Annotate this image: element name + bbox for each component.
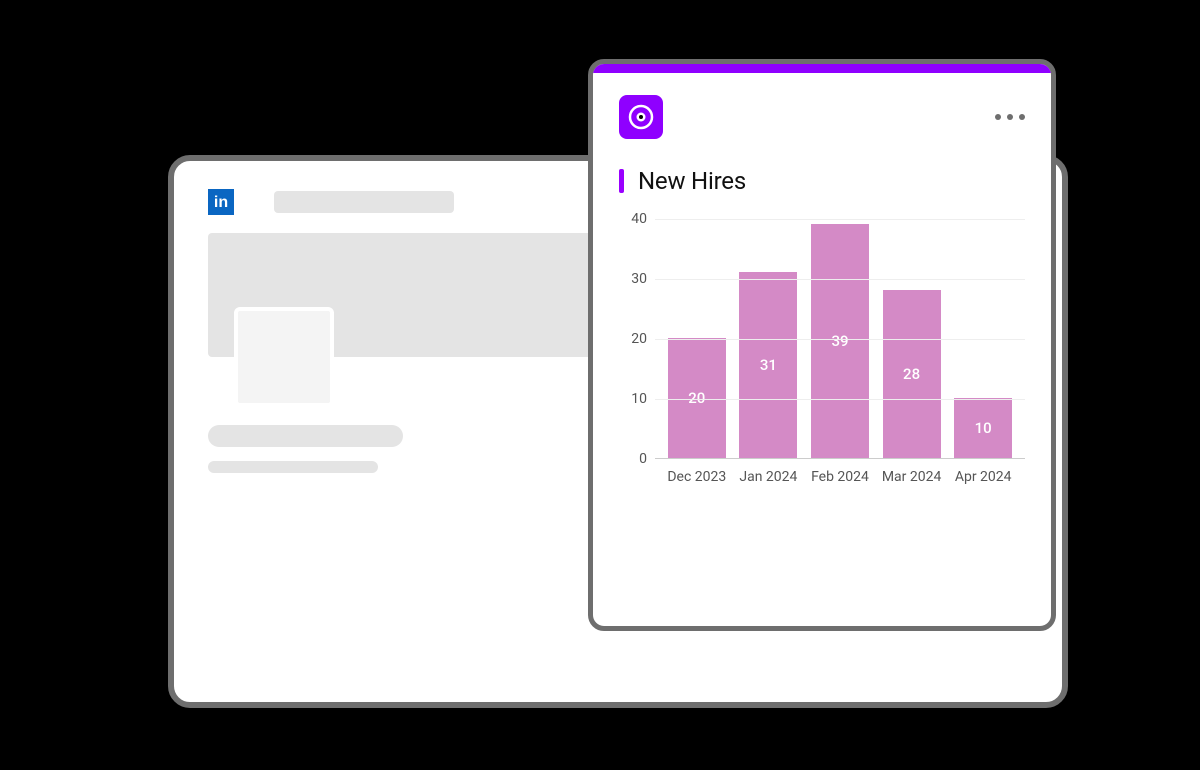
x-tick-label: Jan 2024 xyxy=(733,469,805,485)
title-accent-bar xyxy=(619,169,624,193)
skeleton-line-2 xyxy=(208,461,378,473)
y-tick-label: 40 xyxy=(631,211,647,227)
skeleton-title xyxy=(274,191,454,213)
linkedin-letters: in xyxy=(214,195,228,211)
x-tick-label: Mar 2024 xyxy=(876,469,948,485)
gridline xyxy=(655,399,1025,400)
bar: 28 xyxy=(883,290,941,458)
linkedin-icon: in xyxy=(208,189,234,215)
bar: 10 xyxy=(954,398,1012,458)
chart-plot-area: 20 31 39 28 10 xyxy=(655,219,1025,459)
x-tick-label: Feb 2024 xyxy=(804,469,876,485)
y-tick-label: 20 xyxy=(631,331,647,347)
widget-accent-strip xyxy=(593,64,1051,73)
widget-body: New Hires 0 10 20 30 40 20 31 39 28 10 Dec 2023J… xyxy=(593,73,1051,503)
bar-value-label: 31 xyxy=(739,356,797,374)
y-tick-label: 0 xyxy=(639,451,647,467)
y-axis: 010203040 xyxy=(619,219,655,459)
chart-title-row: New Hires xyxy=(619,167,1025,195)
y-tick-label: 30 xyxy=(631,271,647,287)
bar: 31 xyxy=(739,272,797,458)
bar-value-label: 10 xyxy=(954,419,1012,437)
skeleton-line-1 xyxy=(208,425,403,447)
widget-header xyxy=(619,95,1025,139)
more-options-button[interactable] xyxy=(995,114,1025,120)
bar-value-label: 39 xyxy=(811,332,869,350)
chart-title: New Hires xyxy=(638,167,746,195)
skeleton-avatar xyxy=(234,307,334,407)
target-icon xyxy=(619,95,663,139)
bar-value-label: 20 xyxy=(668,389,726,407)
chart-container: 010203040 2031392810 Dec 2023Jan 2024Feb… xyxy=(619,219,1025,485)
gridline xyxy=(655,339,1025,340)
skeleton-hero-banner xyxy=(208,233,598,357)
bar: 39 xyxy=(811,224,869,458)
x-axis-labels: Dec 2023Jan 2024Feb 2024Mar 2024Apr 2024 xyxy=(655,459,1025,485)
x-tick-label: Dec 2023 xyxy=(661,469,733,485)
bar: 20 xyxy=(668,338,726,458)
new-hires-widget: New Hires 0 10 20 30 40 20 31 39 28 10 Dec 2023J… xyxy=(588,59,1056,631)
gridline xyxy=(655,219,1025,220)
bar-value-label: 28 xyxy=(883,365,941,383)
x-tick-label: Apr 2024 xyxy=(947,469,1019,485)
y-tick-label: 10 xyxy=(631,391,647,407)
gridline xyxy=(655,279,1025,280)
